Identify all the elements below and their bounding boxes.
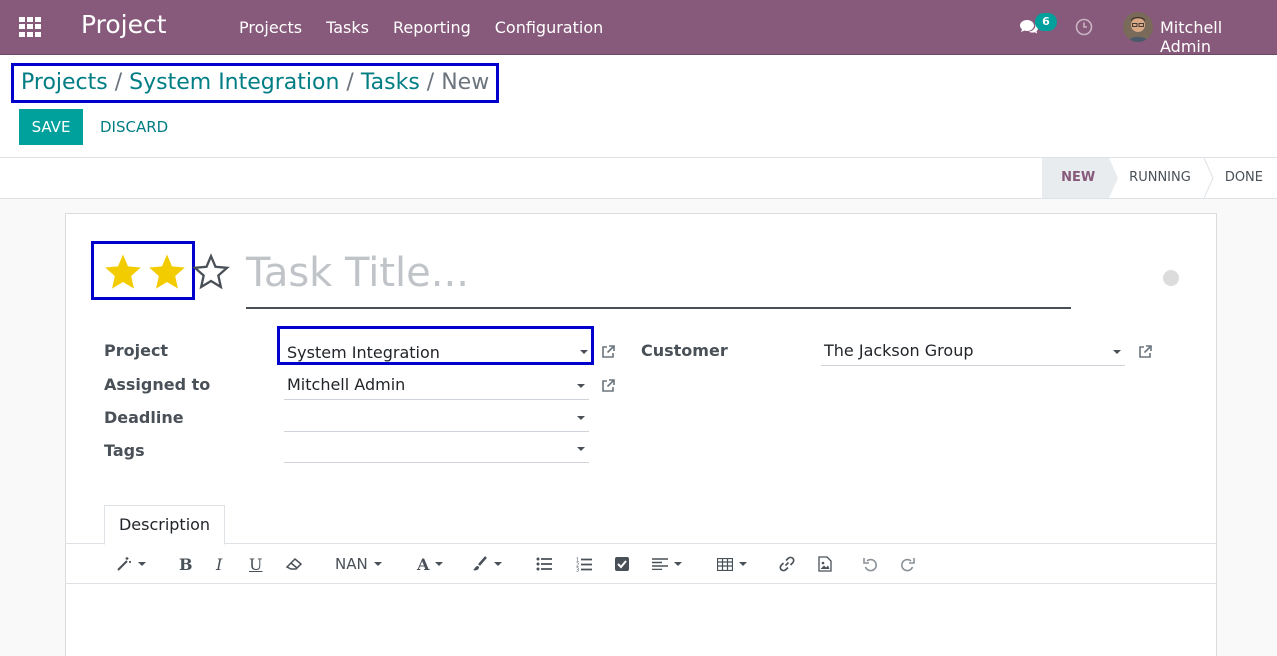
project-field[interactable]: System Integration [277,326,594,365]
breadcrumb-separator: / [346,70,354,95]
chevron-down-icon [435,562,444,566]
main-menu: Projects Tasks Reporting Configuration [239,18,627,37]
breadcrumb-tasks[interactable]: Tasks [361,70,420,95]
magic-style-button[interactable] [116,554,146,574]
stage-divider [1203,158,1214,198]
user-name[interactable]: Mitchell Admin [1160,18,1277,56]
chevron-down-icon[interactable] [577,416,585,420]
chevron-down-icon [494,562,502,566]
task-title-input[interactable]: Task Title... [246,248,1071,309]
breadcrumb: Projects / System Integration / Tasks / New [11,63,500,103]
font-size-dropdown[interactable]: NAN [335,554,382,574]
eraser-icon[interactable] [286,554,304,574]
star-empty-icon[interactable] [191,252,231,292]
external-link-icon[interactable] [1137,344,1153,360]
align-icon[interactable] [652,554,682,574]
tags-label: Tags [104,441,145,460]
bullet-list-icon[interactable] [536,554,552,574]
menu-item-configuration[interactable]: Configuration [495,18,604,37]
star-filled-icon[interactable] [103,252,143,292]
chevron-down-icon [138,562,146,566]
apps-menu-icon[interactable] [19,17,41,37]
paint-brush-icon[interactable] [472,554,502,574]
chevron-down-icon [373,562,382,566]
messages-count-badge: 6 [1035,13,1057,31]
table-icon[interactable] [717,554,747,574]
stage-label: DONE [1224,170,1263,185]
activity-clock-icon[interactable] [1075,18,1093,36]
numbered-list-icon[interactable]: 123 [576,554,592,574]
external-link-icon[interactable] [600,344,616,360]
project-label: Project [104,341,169,360]
image-icon[interactable] [818,554,832,574]
stage-running[interactable]: RUNNING [1109,158,1214,198]
project-value: System Integration [287,343,440,362]
customer-label: Customer [641,341,728,360]
customer-value: The Jackson Group [824,341,974,360]
chevron-down-icon [674,562,682,566]
checklist-icon[interactable] [615,554,629,574]
bold-icon[interactable]: B [179,554,193,574]
deadline-label: Deadline [104,408,184,427]
redo-icon[interactable] [900,554,915,574]
menu-item-projects[interactable]: Projects [239,18,302,37]
assigned-to-value: Mitchell Admin [287,375,406,394]
stage-new[interactable]: NEW [1042,158,1119,198]
chevron-down-icon[interactable] [580,350,588,354]
star-filled-icon[interactable] [147,252,187,292]
menu-item-tasks[interactable]: Tasks [326,18,369,37]
discard-button[interactable]: DISCARD [100,109,168,145]
kanban-state-dot[interactable] [1163,270,1179,286]
menu-item-reporting[interactable]: Reporting [393,18,471,37]
undo-icon[interactable] [863,554,878,574]
app-name[interactable]: Project [81,10,167,39]
customer-field[interactable]: The Jackson Group [821,338,1125,366]
breadcrumb-separator: / [114,70,123,95]
editor-toolbar: B I U NAN A 123 [66,544,1216,584]
breadcrumb-projects[interactable]: Projects [21,70,108,95]
assigned-to-field[interactable]: Mitchell Admin [284,372,589,400]
deadline-field[interactable] [284,404,589,432]
assigned-to-label: Assigned to [104,375,211,394]
italic-icon[interactable]: I [216,554,222,574]
font-size-value: NAN [335,555,368,573]
tab-description[interactable]: Description [104,505,225,545]
stage-done[interactable]: DONE [1205,158,1277,198]
magic-icon [117,557,131,571]
breadcrumb-separator: / [426,70,435,95]
chevron-down-icon [739,562,747,566]
tags-field[interactable] [284,435,589,463]
user-avatar[interactable] [1123,12,1153,42]
stage-arrow [1109,158,1119,198]
chevron-down-icon[interactable] [577,447,585,451]
link-icon[interactable] [779,554,795,574]
form-sheet: Task Title... Project System Integration… [65,213,1217,656]
svg-text:3: 3 [576,567,579,572]
stage-label: RUNNING [1129,170,1191,185]
statusbar: NEW RUNNING DONE [0,158,1277,199]
underline-icon[interactable]: U [249,554,262,574]
chevron-down-icon[interactable] [577,384,585,388]
chevron-down-icon[interactable] [1113,350,1121,354]
stage-label: NEW [1061,170,1096,185]
save-button[interactable]: SAVE [19,109,83,145]
external-link-icon[interactable] [600,378,616,394]
breadcrumb-current: New [441,70,490,95]
top-navbar: Project Projects Tasks Reporting Configu… [0,0,1277,56]
breadcrumb-system-integration[interactable]: System Integration [129,70,339,95]
stage-pipeline: NEW RUNNING DONE [1042,158,1277,198]
control-panel: Projects / System Integration / Tasks / New SA… [0,55,1277,158]
font-color-icon[interactable]: A [417,554,444,574]
